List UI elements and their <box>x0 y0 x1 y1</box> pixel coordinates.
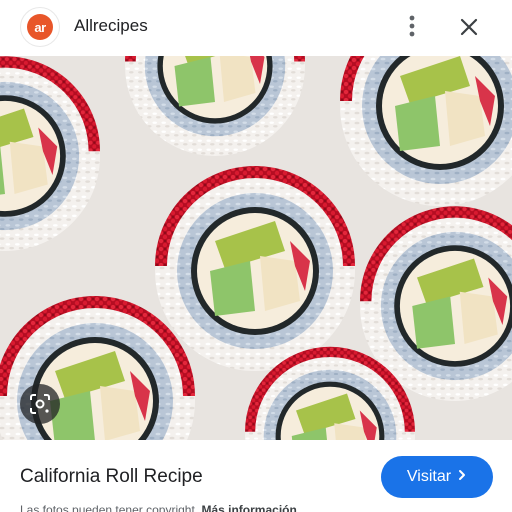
copyright-disclaimer: Las fotos pueden tener copyright. Más in… <box>20 503 297 512</box>
more-info-link[interactable]: Más información <box>201 503 296 512</box>
allrecipes-logo[interactable]: ar <box>20 7 60 47</box>
visit-label: Visitar <box>406 468 452 485</box>
logo-badge: ar <box>27 14 53 40</box>
chevron-right-icon <box>457 468 467 486</box>
viewer-header: ar Allrecipes <box>0 0 512 56</box>
more-vert-icon[interactable] <box>398 12 426 40</box>
disclaimer-text: Las fotos pueden tener copyright. <box>20 503 199 512</box>
close-icon[interactable] <box>454 12 484 42</box>
recipe-title[interactable]: California Roll Recipe <box>20 466 203 488</box>
california-roll-photo <box>0 56 512 440</box>
visit-button[interactable]: Visitar <box>381 456 493 498</box>
recipe-image[interactable] <box>0 56 512 440</box>
google-lens-icon[interactable] <box>20 384 60 424</box>
site-name[interactable]: Allrecipes <box>74 16 148 36</box>
